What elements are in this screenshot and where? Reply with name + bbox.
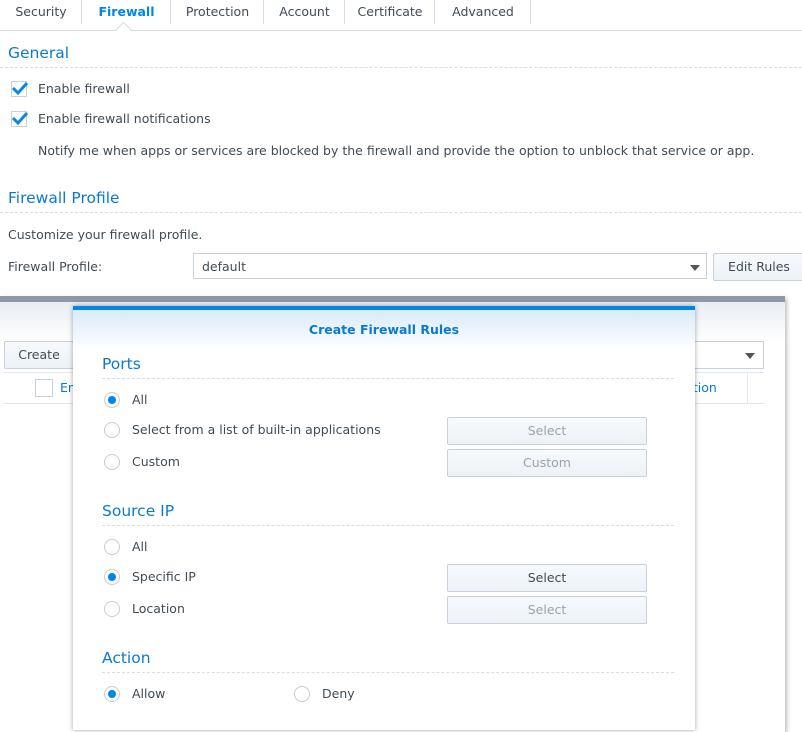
tab-advanced[interactable]: Advanced bbox=[435, 0, 531, 24]
dialog-header: Create Firewall Rules bbox=[73, 310, 695, 350]
ports-builtin-radio[interactable] bbox=[104, 422, 120, 438]
profile-description: Customize your firewall profile. bbox=[8, 227, 203, 242]
ports-all-label: All bbox=[132, 392, 148, 407]
ports-all-radio[interactable] bbox=[104, 392, 120, 408]
notify-description: Notify me when apps or services are bloc… bbox=[38, 143, 755, 158]
tab-certificate[interactable]: Certificate bbox=[345, 0, 435, 24]
tab-account[interactable]: Account bbox=[264, 0, 345, 24]
profile-section-title: Firewall Profile bbox=[8, 189, 120, 207]
location-select-button[interactable]: Select bbox=[447, 596, 647, 624]
action-deny-label: Deny bbox=[322, 686, 355, 701]
tab-protection[interactable]: Protection bbox=[171, 0, 264, 24]
column-divider bbox=[747, 373, 748, 403]
tab-firewall[interactable]: Firewall bbox=[82, 0, 171, 24]
edit-rules-button[interactable]: Edit Rules bbox=[713, 253, 802, 281]
checkmark-icon bbox=[11, 111, 29, 126]
source-ip-specific-radio[interactable] bbox=[104, 569, 120, 585]
select-all-checkbox[interactable] bbox=[35, 379, 53, 397]
create-button[interactable]: Create bbox=[4, 341, 74, 369]
source-ip-all-radio[interactable] bbox=[104, 539, 120, 555]
specific-ip-select-button[interactable]: Select bbox=[447, 564, 647, 592]
ports-section-title: Ports bbox=[102, 355, 141, 373]
enable-notifications-checkbox[interactable] bbox=[11, 111, 29, 127]
divider bbox=[102, 672, 674, 673]
chevron-down-icon bbox=[690, 265, 700, 271]
tab-security[interactable]: Security bbox=[0, 0, 82, 24]
checkmark-icon bbox=[11, 81, 29, 96]
source-ip-location-label: Location bbox=[132, 601, 185, 616]
profile-field-label: Firewall Profile: bbox=[8, 259, 103, 274]
ports-select-button[interactable]: Select bbox=[447, 417, 647, 445]
source-ip-specific-label: Specific IP bbox=[132, 569, 196, 584]
profile-select-value: default bbox=[202, 259, 246, 274]
action-section-title: Action bbox=[102, 649, 151, 667]
divider bbox=[0, 212, 802, 213]
divider bbox=[102, 525, 674, 526]
active-tab-indicator bbox=[115, 21, 132, 38]
ports-custom-button[interactable]: Custom bbox=[447, 449, 647, 477]
enable-notifications-label: Enable firewall notifications bbox=[38, 111, 211, 126]
create-firewall-rules-dialog: Create Firewall Rules Ports All Select f… bbox=[73, 306, 695, 730]
filter-select[interactable] bbox=[690, 341, 764, 369]
divider bbox=[0, 67, 802, 68]
tab-bar: Security Firewall Protection Account Cer… bbox=[0, 0, 802, 38]
general-section-title: General bbox=[8, 44, 70, 62]
profile-select[interactable]: default bbox=[193, 253, 707, 279]
enable-firewall-label: Enable firewall bbox=[38, 81, 130, 96]
action-allow-radio[interactable] bbox=[104, 686, 120, 702]
chevron-down-icon bbox=[745, 353, 755, 359]
source-ip-location-radio[interactable] bbox=[104, 601, 120, 617]
dialog-title: Create Firewall Rules bbox=[308, 322, 460, 337]
source-ip-all-label: All bbox=[132, 539, 148, 554]
action-deny-radio[interactable] bbox=[294, 686, 310, 702]
action-allow-label: Allow bbox=[132, 686, 166, 701]
ports-builtin-label: Select from a list of built-in applicati… bbox=[132, 422, 381, 437]
ports-custom-radio[interactable] bbox=[104, 454, 120, 470]
divider bbox=[102, 378, 674, 379]
enable-firewall-checkbox[interactable] bbox=[11, 81, 29, 97]
source-ip-section-title: Source IP bbox=[102, 502, 175, 520]
ports-custom-label: Custom bbox=[132, 454, 180, 469]
